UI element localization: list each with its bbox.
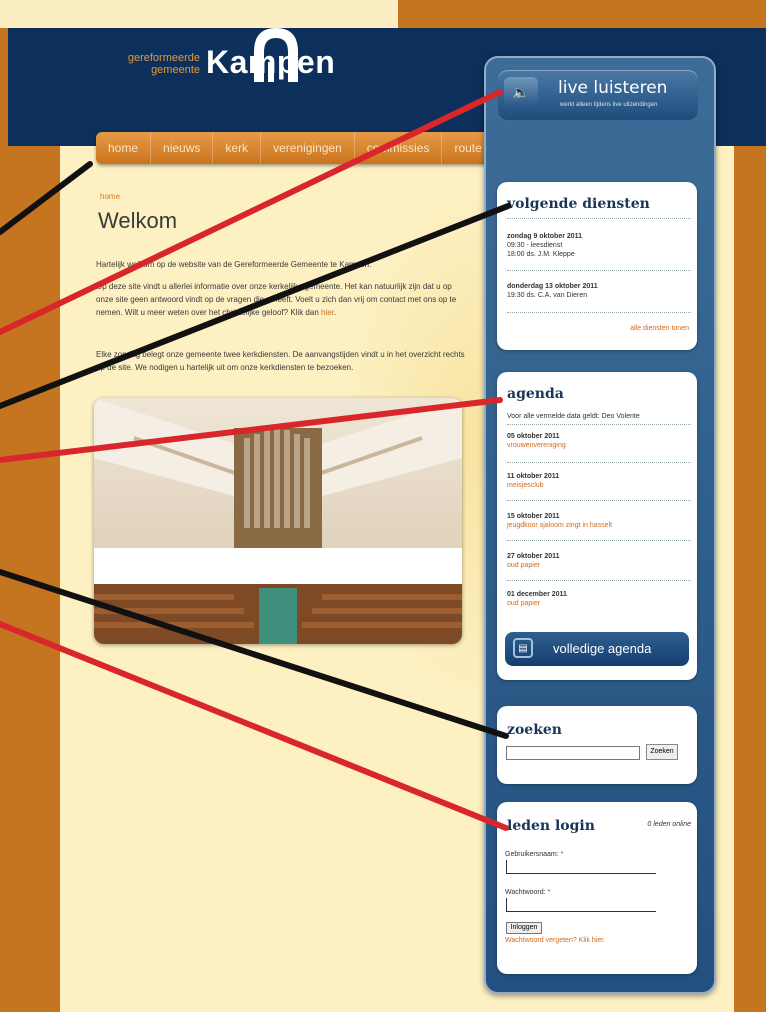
- page-title: Welkom: [98, 208, 178, 233]
- service-entry: donderdag 13 oktober 2011 19:30 ds. C.A.…: [507, 282, 598, 300]
- agenda-date: 11 oktober 2011: [507, 473, 560, 480]
- agenda-date: 05 oktober 2011: [507, 433, 560, 440]
- divider: [507, 540, 691, 541]
- divider: [507, 312, 691, 313]
- logo-subtitle-line2: gemeente: [151, 64, 200, 76]
- agenda-item[interactable]: 01 december 2011 oud papier: [507, 590, 567, 608]
- logo-subtitle-line1: gereformeerde: [127, 52, 200, 64]
- nav-item-nieuws[interactable]: nieuws: [151, 132, 214, 164]
- password-label: Wachtwoord: *: [505, 888, 550, 897]
- login-button[interactable]: Inloggen: [506, 922, 542, 934]
- search-title: zoeken: [507, 722, 562, 738]
- required-mark: *: [560, 851, 564, 858]
- agenda-event[interactable]: oud papier: [507, 600, 540, 607]
- agenda-item[interactable]: 05 oktober 2011 vrouwenvereniging: [507, 432, 566, 450]
- services-box: volgende diensten zondag 9 oktober 2011 …: [497, 182, 697, 350]
- live-subtitle: werkt alleen tijdens live uitzendingen: [560, 102, 658, 108]
- divider: [507, 424, 691, 425]
- logo-subtitle: gereformeerde gemeente: [100, 52, 200, 76]
- breadcrumb[interactable]: home: [100, 192, 120, 201]
- service-line: 09:30 - leesdienst: [507, 242, 563, 249]
- agenda-intro: Voor alle vermelde data geldt: Deo Volen…: [507, 413, 640, 420]
- service-line: 19:30 ds. C.A. van Dieren: [507, 292, 588, 299]
- divider: [507, 580, 691, 581]
- nav-item-commissies[interactable]: commissies: [355, 132, 443, 164]
- hier-link[interactable]: hier: [321, 308, 334, 317]
- divider: [507, 218, 691, 219]
- agenda-item[interactable]: 15 oktober 2011 jeugdkoor sjaloom zingt …: [507, 512, 612, 530]
- divider: [507, 462, 691, 463]
- speaker-icon[interactable]: 🔈: [504, 77, 538, 107]
- agenda-event[interactable]: vrouwenvereniging: [507, 442, 566, 449]
- username-label-text: Gebruikersnaam:: [505, 851, 559, 858]
- search-button[interactable]: Zoeken: [646, 744, 678, 760]
- divider: [507, 270, 691, 271]
- service-entry: zondag 9 oktober 2011 09:30 - leesdienst…: [507, 232, 582, 259]
- nav-item-verenigingen[interactable]: verenigingen: [261, 132, 355, 164]
- agenda-event[interactable]: meisjesclub: [507, 482, 544, 489]
- password-field[interactable]: [506, 898, 656, 912]
- username-label: Gebruikersnaam: *: [505, 850, 563, 859]
- top-cream-band: [0, 0, 398, 28]
- online-count: 0 leden online: [647, 821, 691, 828]
- agenda-date: 27 oktober 2011: [507, 553, 560, 560]
- agenda-date: 01 december 2011: [507, 591, 567, 598]
- info-paragraph-text: Op deze site vindt u allerlei informatie…: [96, 282, 457, 317]
- live-title[interactable]: live luisteren: [558, 78, 667, 98]
- password-label-text: Wachtwoord:: [505, 889, 546, 896]
- full-agenda-label[interactable]: volledige agenda: [553, 641, 651, 656]
- all-services-link[interactable]: alle diensten tonen: [630, 324, 689, 333]
- service-line: 18:00 ds. J.M. Kleppe: [507, 251, 575, 258]
- agenda-date: 15 oktober 2011: [507, 513, 560, 520]
- username-field[interactable]: [506, 860, 656, 874]
- services-title: volgende diensten: [507, 196, 650, 212]
- agenda-item[interactable]: 11 oktober 2011 meisjesclub: [507, 472, 559, 490]
- forgot-password-link[interactable]: Wachtwoord vergeten? Klik hier.: [505, 936, 605, 945]
- service-date: zondag 9 oktober 2011: [507, 233, 583, 240]
- nav-item-home[interactable]: home: [96, 132, 152, 164]
- service-date: donderdag 13 oktober 2011: [507, 283, 598, 290]
- services-paragraph: Elke zondag belegt onze gemeente twee ke…: [96, 350, 465, 372]
- login-box: leden login 0 leden online Gebruikersnaa…: [497, 802, 697, 974]
- required-mark: *: [547, 889, 551, 896]
- search-input[interactable]: [506, 746, 640, 760]
- full-agenda-button[interactable]: ▤ volledige agenda: [505, 632, 689, 666]
- intro-paragraph: Hartelijk welkom op de website van de Ge…: [96, 260, 372, 269]
- agenda-title: agenda: [507, 386, 564, 402]
- agenda-event[interactable]: oud papier: [507, 562, 540, 569]
- right-orange-strip: [734, 148, 766, 1012]
- church-interior-photo: [94, 398, 462, 644]
- logo-wordmark[interactable]: Kampen: [206, 44, 335, 81]
- book-icon: ▤: [513, 638, 533, 658]
- agenda-item[interactable]: 27 oktober 2011 oud papier: [507, 552, 560, 570]
- divider: [507, 500, 691, 501]
- nav-item-kerk[interactable]: kerk: [213, 132, 262, 164]
- agenda-event[interactable]: jeugdkoor sjaloom zingt in hasselt: [507, 522, 612, 529]
- left-orange-strip: [0, 148, 60, 1012]
- info-paragraph: Op deze site vindt u allerlei informatie…: [96, 282, 457, 317]
- login-title: leden login: [507, 818, 595, 834]
